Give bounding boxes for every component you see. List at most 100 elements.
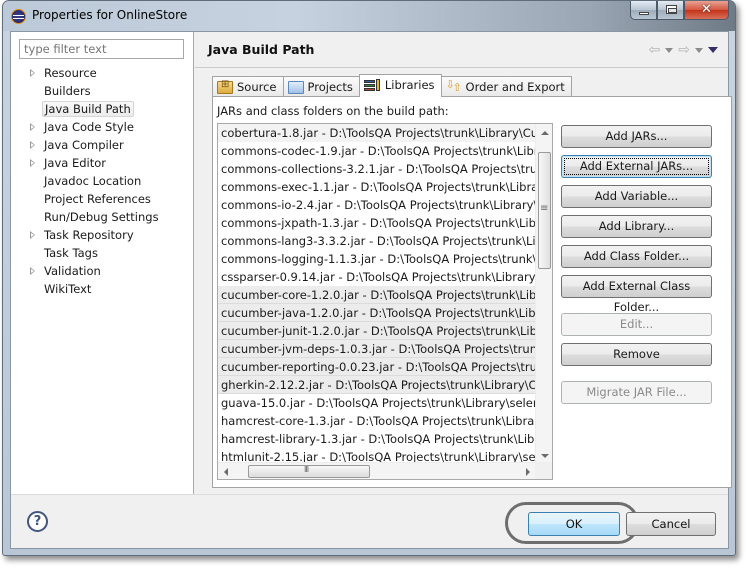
minimize-icon [639, 12, 649, 15]
jar-list-item[interactable]: commons-logging-1.1.3.jar - D:\ToolsQA P… [218, 250, 536, 268]
sidebar-item-validation[interactable]: Validation [11, 262, 194, 280]
add-external-jars-button[interactable]: Add External JARs... [561, 155, 712, 178]
tab-order-and-export[interactable]: Order and Export [440, 76, 572, 97]
ok-button[interactable]: OK [528, 512, 620, 536]
expand-arrow-icon[interactable] [30, 159, 35, 167]
order-export-icon [446, 78, 462, 94]
page-navigation: ⇦ ⇨ [649, 42, 718, 58]
jar-list-caption: JARs and class folders on the build path… [217, 104, 449, 118]
add-jars-button[interactable]: Add JARs... [561, 125, 712, 148]
expand-arrow-icon[interactable] [30, 267, 35, 275]
window-controls: ✕ [630, 1, 729, 20]
sidebar-item-label: Validation [44, 264, 101, 278]
sidebar-item-java-code-style[interactable]: Java Code Style [11, 118, 194, 136]
properties-dialog: Properties for OnlineStore ✕ Resource Bui… [2, 0, 736, 556]
back-arrow-icon[interactable]: ⇦ [649, 42, 661, 58]
jar-list-item[interactable]: commons-codec-1.9.jar - D:\ToolsQA Proje… [218, 142, 536, 160]
expand-arrow-icon[interactable] [30, 141, 35, 149]
filter-input[interactable] [19, 39, 184, 59]
jar-list-item[interactable]: cucumber-java-1.2.0.jar - D:\ToolsQA Pro… [218, 304, 536, 322]
back-dropdown-icon[interactable] [665, 47, 674, 53]
property-pages-tree: Resource Builders Java Build Path Java Code… [11, 64, 194, 298]
remove-button[interactable]: Remove [561, 343, 712, 366]
expand-arrow-icon[interactable] [30, 231, 35, 239]
sidebar-item-label: Resource [44, 66, 97, 80]
view-menu-icon[interactable] [708, 47, 718, 53]
edit-button[interactable]: Edit... [561, 313, 712, 336]
sidebar-item-label: Java Editor [44, 156, 106, 170]
button-spacer [561, 373, 712, 381]
forward-arrow-icon[interactable]: ⇨ [678, 42, 690, 58]
add-library-button[interactable]: Add Library... [561, 215, 712, 238]
tab-label: Source [237, 80, 277, 94]
cancel-button[interactable]: Cancel [626, 512, 716, 536]
sidebar-item-builders[interactable]: Builders [11, 82, 194, 100]
jar-list-item[interactable]: commons-lang3-3.3.2.jar - D:\ToolsQA Pro… [218, 232, 536, 250]
jar-list-item[interactable]: gherkin-2.12.2.jar - D:\ToolsQA Projects… [218, 376, 536, 394]
expand-arrow-icon[interactable] [30, 69, 35, 77]
sidebar-item-task-tags[interactable]: Task Tags [11, 244, 194, 262]
scrollbar-corner [535, 462, 552, 479]
sidebar-item-javadoc-location[interactable]: Javadoc Location [11, 172, 194, 190]
scroll-left-icon[interactable] [224, 468, 228, 476]
minimize-button[interactable] [630, 1, 657, 20]
sidebar-item-java-compiler[interactable]: Java Compiler [11, 136, 194, 154]
jar-list-item[interactable]: commons-jxpath-1.3.jar - D:\ToolsQA Proj… [218, 214, 536, 232]
jar-list-item[interactable]: commons-exec-1.1.jar - D:\ToolsQA Projec… [218, 178, 536, 196]
add-variable-button[interactable]: Add Variable... [561, 185, 712, 208]
scroll-right-icon[interactable] [526, 468, 530, 476]
jar-list-item[interactable]: cucumber-junit-1.2.0.jar - D:\ToolsQA Pr… [218, 322, 536, 340]
expand-arrow-icon[interactable] [30, 123, 35, 131]
sidebar-item-project-references[interactable]: Project References [11, 190, 194, 208]
vertical-scrollbar[interactable] [535, 124, 552, 464]
jar-list-item[interactable]: hamcrest-library-1.3.jar - D:\ToolsQA Pr… [218, 430, 536, 448]
add-external-class-folder-button[interactable]: Add External Class Folder... [561, 275, 712, 314]
sidebar-item-java-build-path[interactable]: Java Build Path [11, 100, 194, 118]
maximize-button[interactable] [657, 1, 684, 20]
title-separator [195, 67, 728, 68]
jar-list-item[interactable]: commons-io-2.4.jar - D:\ToolsQA Projects… [218, 196, 536, 214]
scroll-down-icon[interactable] [541, 454, 549, 458]
sidebar-item-label: Java Compiler [44, 138, 124, 152]
jar-list-item[interactable]: commons-collections-3.2.1.jar - D:\Tools… [218, 160, 536, 178]
close-icon: ✕ [701, 2, 712, 17]
sidebar-item-label: Javadoc Location [44, 174, 142, 188]
jar-list-item[interactable]: hamcrest-core-1.3.jar - D:\ToolsQA Proje… [218, 412, 536, 430]
sidebar-item-task-repository[interactable]: Task Repository [11, 226, 194, 244]
vertical-scroll-thumb[interactable] [538, 152, 551, 269]
help-icon[interactable]: ? [27, 511, 48, 532]
horizontal-scrollbar[interactable] [218, 462, 536, 479]
jar-list-item[interactable]: cucumber-reporting-0.0.23.jar - D:\Tools… [218, 358, 536, 376]
jar-list-item[interactable]: cssparser-0.9.14.jar - D:\ToolsQA Projec… [218, 268, 536, 286]
sidebar-item-run-debug-settings[interactable]: Run/Debug Settings [11, 208, 194, 226]
jar-list-item[interactable]: cucumber-core-1.2.0.jar - D:\ToolsQA Pro… [218, 286, 536, 304]
jar-list-item[interactable]: guava-15.0.jar - D:\ToolsQA Projects\tru… [218, 394, 536, 412]
page-panel: Java Build Path ⇦ ⇨ Source Projects [195, 32, 732, 494]
forward-dropdown-icon[interactable] [695, 47, 703, 53]
tab-projects[interactable]: Projects [282, 76, 360, 97]
scroll-up-icon[interactable] [541, 131, 549, 135]
jar-list-rows: cobertura-1.8.jar - D:\ToolsQA Projects\… [218, 124, 536, 466]
library-buttons: Add JARs... Add External JARs... Add Var… [561, 125, 712, 411]
migrate-jar-button[interactable]: Migrate JAR File... [561, 381, 712, 404]
jar-list-item[interactable]: cobertura-1.8.jar - D:\ToolsQA Projects\… [218, 124, 536, 142]
sidebar-item-resource[interactable]: Resource [11, 64, 194, 82]
property-pages-panel: Resource Builders Java Build Path Java Code… [11, 32, 194, 494]
sidebar-item-wikitext[interactable]: WikiText [11, 280, 194, 298]
close-button[interactable]: ✕ [684, 1, 729, 20]
add-class-folder-button[interactable]: Add Class Folder... [561, 245, 712, 268]
tab-source[interactable]: Source [212, 76, 284, 97]
sidebar-item-java-editor[interactable]: Java Editor [11, 154, 194, 172]
window-title: Properties for OnlineStore [32, 8, 188, 22]
sidebar-item-label: Project References [44, 192, 151, 206]
maximize-icon [666, 5, 677, 14]
title-bar[interactable]: Properties for OnlineStore ✕ [3, 1, 735, 31]
horizontal-scroll-thumb[interactable] [248, 465, 370, 478]
sidebar-item-label: WikiText [44, 282, 92, 296]
sidebar-item-label: Run/Debug Settings [44, 210, 159, 224]
jar-list[interactable]: cobertura-1.8.jar - D:\ToolsQA Projects\… [217, 123, 553, 480]
tab-libraries[interactable]: Libraries [358, 74, 442, 97]
sidebar-item-label: Builders [44, 84, 91, 98]
libraries-tab-content: JARs and class folders on the build path… [212, 96, 732, 488]
jar-list-item[interactable]: cucumber-jvm-deps-1.0.3.jar - D:\ToolsQA… [218, 340, 536, 358]
